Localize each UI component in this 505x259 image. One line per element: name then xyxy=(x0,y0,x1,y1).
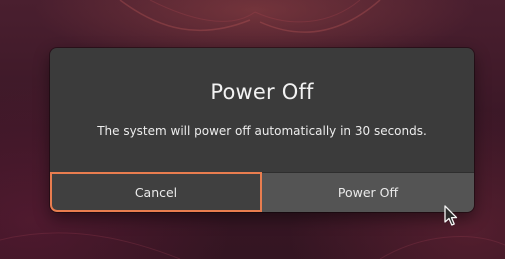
cancel-button-label: Cancel xyxy=(134,184,178,200)
cancel-button[interactable]: Cancel xyxy=(50,172,262,212)
power-off-button-label: Power Off xyxy=(337,185,399,200)
dialog-title: Power Off xyxy=(210,80,314,104)
power-off-dialog: Power Off The system will power off auto… xyxy=(50,48,474,212)
dialog-message: The system will power off automatically … xyxy=(97,124,427,138)
arrow-cursor-icon xyxy=(444,205,458,226)
dialog-button-row: Cancel Power Off xyxy=(50,172,474,212)
